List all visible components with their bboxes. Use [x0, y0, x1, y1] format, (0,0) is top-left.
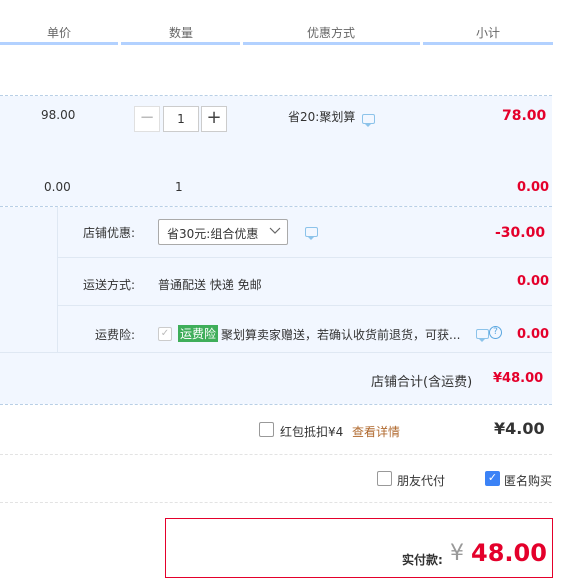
divider — [0, 352, 552, 353]
header-underline — [423, 42, 553, 45]
shipping-label: 运送方式: — [83, 278, 136, 292]
shop-discount-select-value: 省30元:组合优惠 — [167, 227, 259, 241]
cart-items — [0, 96, 552, 206]
item2-subtotal: 0.00 — [517, 180, 550, 195]
shop-discount-select[interactable]: 省30元:组合优惠 — [158, 219, 288, 245]
payment-label: 实付款: — [402, 553, 443, 567]
header-unit-price: 单价 — [47, 26, 72, 40]
divider — [0, 454, 552, 455]
anonymous-label: 匿名购买 — [504, 474, 553, 488]
divider — [57, 207, 58, 352]
anonymous-checkbox[interactable]: ✓ — [485, 471, 500, 486]
item1-promo: 省20:聚划算 — [288, 110, 356, 124]
redpacket-details-link[interactable]: 查看详情 — [352, 423, 400, 440]
header-underline — [0, 42, 118, 45]
header-subtotal: 小计 — [476, 26, 501, 40]
header-underline — [243, 42, 420, 45]
item2-quantity: 1 — [175, 180, 183, 194]
payment-box: 实付款: ¥ 48.00 — [165, 518, 553, 578]
divider — [0, 95, 552, 96]
payment-currency: ¥ — [450, 541, 464, 566]
shop-total-value: ¥48.00 — [493, 371, 544, 386]
header-discount-method: 优惠方式 — [307, 26, 356, 40]
quantity-minus-button[interactable]: − — [134, 106, 160, 132]
chat-icon[interactable] — [362, 114, 375, 127]
redpacket-checkbox[interactable] — [259, 422, 274, 437]
item1-subtotal: 78.00 — [502, 108, 547, 124]
insurance-description: 聚划算卖家赠送，若确认收货前退货，可获... — [221, 328, 461, 342]
insurance-checkbox[interactable]: ✓ — [158, 327, 172, 341]
shipping-value: 普通配送 快递 免邮 — [158, 278, 262, 292]
insurance-label: 运费险: — [95, 328, 136, 342]
quantity-plus-button[interactable]: + — [201, 106, 227, 132]
chevron-down-icon — [269, 224, 281, 239]
redpacket-label: 红包抵扣¥4 — [280, 425, 344, 439]
header-quantity: 数量 — [169, 26, 194, 40]
divider — [0, 502, 552, 503]
item1-price: 98.00 — [41, 108, 76, 122]
item2-price: 0.00 — [44, 180, 71, 194]
chat-icon[interactable] — [305, 227, 318, 240]
shipping-amount: 0.00 — [517, 274, 550, 289]
insurance-tag: 运费险 — [178, 325, 219, 342]
divider — [58, 257, 552, 258]
shop-discount-label: 店铺优惠: — [83, 226, 136, 240]
shop-discount-value: -30.00 — [495, 225, 546, 241]
divider — [58, 305, 552, 306]
quantity-input[interactable]: 1 — [163, 106, 199, 132]
friend-pay-label: 朋友代付 — [397, 474, 446, 488]
help-icon[interactable]: ? — [489, 326, 502, 339]
friend-pay-checkbox[interactable] — [377, 471, 392, 486]
table-header: 单价 数量 优惠方式 小计 — [0, 0, 577, 45]
redpacket-amount: ¥4.00 — [494, 419, 545, 438]
payment-amount: 48.00 — [471, 539, 547, 567]
header-underline — [121, 42, 240, 45]
divider — [0, 404, 552, 405]
chat-icon[interactable] — [476, 329, 489, 342]
insurance-amount: 0.00 — [517, 327, 550, 342]
shop-total-label: 店铺合计(含运费) — [371, 375, 473, 390]
